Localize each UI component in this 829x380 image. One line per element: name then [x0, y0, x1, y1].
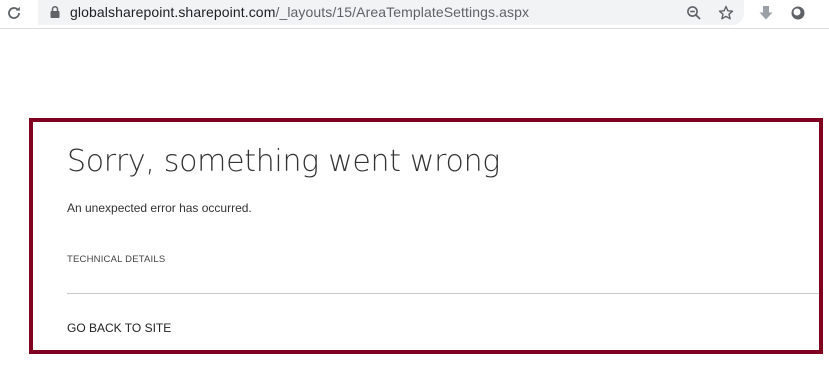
- address-bar[interactable]: globalsharepoint.sharepoint.com/_layouts…: [38, 0, 744, 25]
- url-path: /_layouts/15/AreaTemplateSettings.aspx: [275, 4, 530, 20]
- go-back-to-site-link[interactable]: GO BACK TO SITE: [67, 321, 171, 335]
- error-message: An unexpected error has occurred.: [67, 201, 252, 215]
- toolbar-divider: [0, 28, 829, 29]
- url-text[interactable]: globalsharepoint.sharepoint.com/_layouts…: [70, 4, 529, 20]
- reload-icon[interactable]: [3, 2, 25, 24]
- extension-circle-icon[interactable]: [788, 3, 808, 23]
- error-panel: Sorry, something went wrong An unexpecte…: [29, 118, 823, 354]
- star-icon[interactable]: [716, 3, 736, 23]
- error-title: Sorry, something went wrong: [67, 144, 501, 179]
- zoom-out-icon[interactable]: [684, 3, 704, 23]
- technical-details-link[interactable]: TECHNICAL DETAILS: [67, 254, 165, 265]
- lock-icon[interactable]: [48, 5, 62, 19]
- download-arrow-icon[interactable]: [756, 3, 776, 23]
- url-host: globalsharepoint.sharepoint.com: [70, 4, 276, 20]
- browser-toolbar: globalsharepoint.sharepoint.com/_layouts…: [0, 0, 829, 29]
- divider: [67, 293, 819, 294]
